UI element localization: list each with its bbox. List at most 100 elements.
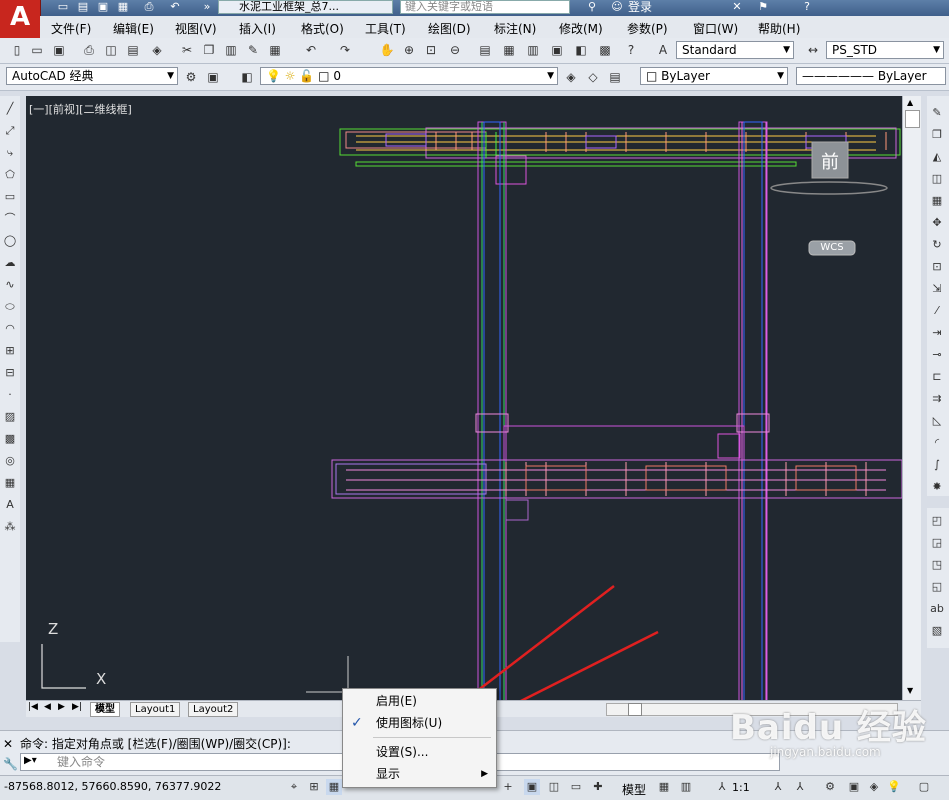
erase-icon[interactable]: ✎ bbox=[928, 104, 946, 122]
menu-parametric[interactable]: 参数(P) bbox=[627, 20, 668, 37]
make-block-icon[interactable]: ⊟ bbox=[1, 364, 19, 382]
redo-icon[interactable]: ↷ bbox=[336, 41, 354, 59]
menu-file[interactable]: 文件(F) bbox=[51, 20, 91, 37]
more-icon[interactable]: » bbox=[200, 0, 214, 14]
auto-scale-icon[interactable]: ⅄ bbox=[792, 779, 808, 795]
revcloud-icon[interactable]: ☁ bbox=[1, 254, 19, 272]
send-back-icon[interactable]: ◲ bbox=[928, 534, 946, 552]
workspace-select[interactable]: AutoCAD 经典 ▼ bbox=[6, 67, 178, 85]
zoom-realtime-icon[interactable]: ⊕ bbox=[400, 41, 418, 59]
ellipse-arc-icon[interactable]: ◠ bbox=[1, 320, 19, 338]
tab-nav-last-icon[interactable]: ▶| bbox=[72, 702, 82, 712]
tab-layout2[interactable]: Layout2 bbox=[188, 702, 239, 717]
annotation-scale-icon[interactable]: ⅄ bbox=[714, 779, 730, 795]
hardware-accel-icon[interactable]: ◈ bbox=[866, 779, 882, 795]
model-space-toggle[interactable]: 模型 bbox=[622, 781, 646, 798]
fillet-icon[interactable]: ◜ bbox=[928, 434, 946, 452]
rotate-icon[interactable]: ↻ bbox=[928, 236, 946, 254]
preview-icon[interactable]: ◫ bbox=[102, 41, 120, 59]
menu-item-display[interactable]: 显示 ▶ bbox=[343, 763, 496, 785]
zoom-previous-icon[interactable]: ⊖ bbox=[446, 41, 464, 59]
menu-help[interactable]: 帮助(H) bbox=[758, 20, 800, 37]
menu-item-settings[interactable]: 设置(S)... bbox=[343, 741, 496, 763]
lineweight-icon[interactable]: ▭ bbox=[568, 779, 584, 795]
hatch-icon[interactable]: ▨ bbox=[1, 408, 19, 426]
menu-format[interactable]: 格式(O) bbox=[301, 20, 344, 37]
break-icon[interactable]: ⊏ bbox=[928, 368, 946, 386]
help-icon[interactable]: ? bbox=[800, 0, 814, 14]
extend-icon[interactable]: ⇥ bbox=[928, 324, 946, 342]
point-icon[interactable]: · bbox=[1, 386, 19, 404]
offset-icon[interactable]: ◫ bbox=[928, 170, 946, 188]
command-prompt-icon[interactable]: ▶▾ bbox=[24, 755, 37, 766]
bring-front-icon[interactable]: ◰ bbox=[928, 512, 946, 530]
mirror-icon[interactable]: ◭ bbox=[928, 148, 946, 166]
block-editor-icon[interactable]: ▦ bbox=[266, 41, 284, 59]
pan-icon[interactable]: ✋ bbox=[378, 41, 396, 59]
gear-icon[interactable]: ⚙ bbox=[182, 68, 200, 86]
layer-previous-icon[interactable]: ◇ bbox=[584, 68, 602, 86]
menu-item-enable[interactable]: 启用(E) bbox=[343, 690, 496, 712]
table-icon[interactable]: ▦ bbox=[1, 474, 19, 492]
isolate-objects-icon[interactable]: 💡 bbox=[886, 779, 902, 795]
quick-view-drawings-icon[interactable]: ▥ bbox=[678, 779, 694, 795]
send-under-icon[interactable]: ◱ bbox=[928, 578, 946, 596]
app-logo[interactable]: A bbox=[0, 0, 41, 38]
new-icon[interactable]: ▯ bbox=[8, 41, 26, 59]
help-icon[interactable]: ? bbox=[622, 41, 640, 59]
snap-mode-icon[interactable]: ⊞ bbox=[306, 779, 322, 795]
circle-icon[interactable]: ◯ bbox=[1, 232, 19, 250]
explode-icon[interactable]: ✸ bbox=[928, 478, 946, 496]
region-icon[interactable]: ◎ bbox=[1, 452, 19, 470]
undo-icon[interactable]: ↶ bbox=[302, 41, 320, 59]
save-icon[interactable]: ▣ bbox=[96, 0, 110, 14]
scroll-down-icon[interactable]: ▼ bbox=[907, 686, 913, 695]
tab-layout1[interactable]: Layout1 bbox=[130, 702, 181, 717]
menu-tools[interactable]: 工具(T) bbox=[365, 20, 406, 37]
copy-object-icon[interactable]: ❐ bbox=[928, 126, 946, 144]
mtext-icon[interactable]: A bbox=[1, 496, 19, 514]
join-icon[interactable]: ⇉ bbox=[928, 390, 946, 408]
saveas-icon[interactable]: ▦ bbox=[116, 0, 130, 14]
scroll-up-icon[interactable]: ▲ bbox=[907, 98, 913, 107]
calculator-icon[interactable]: ▩ bbox=[596, 41, 614, 59]
selection-cycling-icon[interactable]: ◫ bbox=[546, 779, 562, 795]
wrench-icon[interactable]: 🔧 bbox=[3, 757, 18, 771]
polar-icon[interactable]: + bbox=[500, 779, 516, 795]
add-selected-icon[interactable]: ⁂ bbox=[1, 518, 19, 536]
annotation-scale-value[interactable]: 1:1 bbox=[732, 781, 750, 794]
tab-nav-next-icon[interactable]: ▶ bbox=[58, 702, 65, 712]
polygon-icon[interactable]: ⬠ bbox=[1, 166, 19, 184]
text-style-select[interactable]: Standard ▼ bbox=[676, 41, 794, 59]
scale-icon[interactable]: ⊡ bbox=[928, 258, 946, 276]
tab-nav-first-icon[interactable]: |◀ bbox=[28, 702, 38, 712]
menu-draw[interactable]: 绘图(D) bbox=[428, 20, 471, 37]
hscroll-thumb[interactable] bbox=[628, 703, 642, 716]
login-link[interactable]: 登录 bbox=[628, 0, 652, 14]
insert-block-icon[interactable]: ⊞ bbox=[1, 342, 19, 360]
text-front-icon[interactable]: ab bbox=[928, 600, 946, 618]
tool-palettes-icon[interactable]: ▥ bbox=[524, 41, 542, 59]
design-center-icon[interactable]: ▦ bbox=[500, 41, 518, 59]
polyline-icon[interactable]: ⤷ bbox=[1, 144, 19, 162]
menu-window[interactable]: 窗口(W) bbox=[693, 20, 738, 37]
binoculars-icon[interactable]: ⚲ bbox=[585, 0, 599, 14]
print-icon[interactable]: ⎙ bbox=[80, 41, 98, 59]
workspace-icon[interactable]: ▣ bbox=[204, 68, 222, 86]
arc-icon[interactable]: ⌒ bbox=[1, 210, 19, 228]
annotation-visibility-icon[interactable]: ⅄ bbox=[770, 779, 786, 795]
vertical-scrollbar[interactable]: ▲ ▼ bbox=[902, 96, 921, 700]
line-icon[interactable]: ╱ bbox=[1, 100, 19, 118]
menu-insert[interactable]: 插入(I) bbox=[239, 20, 276, 37]
workspace-switch-icon[interactable]: ⚙ bbox=[822, 779, 838, 795]
wcs-menu[interactable]: WCS bbox=[809, 242, 855, 253]
exchange-icon[interactable]: ✕ bbox=[730, 0, 744, 14]
close-icon[interactable]: ✕ bbox=[3, 737, 13, 751]
markup-icon[interactable]: ◧ bbox=[572, 41, 590, 59]
new-icon[interactable]: ▭ bbox=[56, 0, 70, 14]
color-select[interactable]: □ ByLayer ▼ bbox=[640, 67, 788, 85]
scroll-thumb[interactable] bbox=[905, 110, 920, 128]
menu-item-use-icons[interactable]: ✓ 使用图标(U) bbox=[343, 712, 496, 734]
make-current-icon[interactable]: ◈ bbox=[562, 68, 580, 86]
ellipse-icon[interactable]: ⬭ bbox=[1, 298, 19, 316]
